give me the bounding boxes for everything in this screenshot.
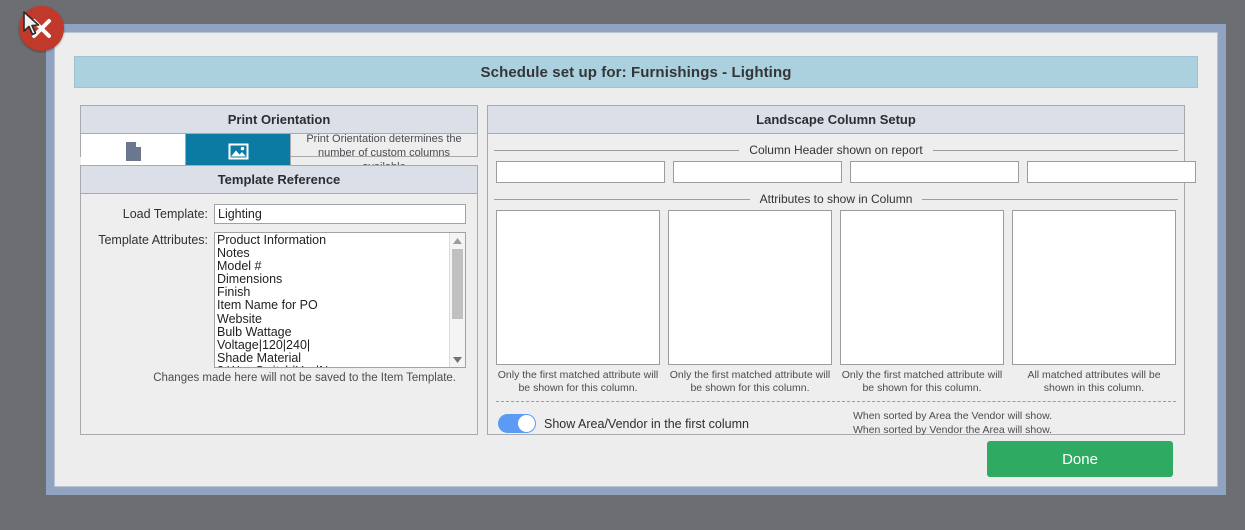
scroll-up-arrow-icon[interactable] [450, 233, 465, 248]
attributes-legend: Attributes to show in Column [494, 188, 1178, 210]
column-caption-3: Only the first matched attribute will be… [841, 369, 1003, 394]
document-portrait-icon [125, 141, 142, 167]
attributes-legend-label: Attributes to show in Column [759, 192, 913, 206]
orientation-hint-line1: Print Orientation determines the [306, 133, 462, 146]
landscape-column-setup-body: Column Header shown on report Attributes… [488, 139, 1196, 437]
landscape-column-setup-header: Landscape Column Setup [488, 106, 1184, 134]
list-item[interactable]: Shade Material [217, 351, 465, 365]
dialog-body: Schedule set up for: Furnishings - Light… [54, 32, 1218, 487]
column-attribute-list-4[interactable] [1012, 210, 1176, 365]
template-reference-header: Template Reference [81, 166, 477, 194]
dialog-title-bar: Schedule set up for: Furnishings - Light… [74, 56, 1198, 88]
column-header-legend: Column Header shown on report [494, 139, 1178, 161]
area-vendor-note: When sorted by Area the Vendor will show… [853, 410, 1174, 437]
template-attributes-items: Product Information Notes Model # Dimension… [215, 233, 465, 367]
legend-line-right-2 [922, 198, 1178, 200]
legend-line-left [494, 149, 740, 151]
print-orientation-header: Print Orientation [81, 106, 477, 134]
legend-line-left-2 [494, 198, 750, 200]
legend-line-right [932, 149, 1178, 151]
area-vendor-note-line1: When sorted by Area the Vendor will show… [852, 410, 1052, 423]
show-area-vendor-toggle-label: Show Area/Vendor in the first column [544, 416, 749, 431]
print-orientation-panel: Print Orientation Print Orientation dete… [80, 105, 478, 174]
column-header-input-1[interactable] [496, 161, 665, 183]
scrollbar-thumb[interactable] [452, 249, 463, 319]
column-header-input-4[interactable] [1027, 161, 1196, 183]
load-template-label: Load Template: [122, 207, 208, 221]
column-header-input-3[interactable] [850, 161, 1019, 183]
attributes-scrollbar[interactable] [449, 233, 465, 367]
template-attributes-listbox[interactable]: Product Information Notes Model # Dimension… [214, 232, 466, 368]
column-header-legend-label: Column Header shown on report [749, 143, 923, 157]
column-header-input-2[interactable] [673, 161, 842, 183]
load-template-row: Load Template: [92, 204, 466, 224]
load-template-input[interactable] [214, 204, 466, 224]
done-button[interactable]: Done [987, 441, 1173, 477]
template-reference-footnote: Changes made here will not be saved to t… [153, 372, 456, 384]
page-title: Schedule set up for: Furnishings - Light… [480, 63, 792, 81]
landscape-column-setup-panel: Landscape Column Setup Column Header sho… [487, 105, 1196, 437]
column-attribute-list-3[interactable] [840, 210, 1004, 365]
column-caption-row: Only the first matched attribute will be… [494, 365, 1178, 394]
column-attribute-list-row [494, 210, 1178, 365]
close-x-icon [32, 19, 51, 38]
list-item[interactable]: 3 Way Switch|Yes|No [217, 364, 465, 367]
dialog-window: Schedule set up for: Furnishings - Light… [46, 24, 1226, 495]
list-item[interactable]: Bulb Wattage [217, 325, 465, 339]
column-attribute-list-2[interactable] [668, 210, 832, 365]
template-reference-panel: Template Reference Load Template: Templa… [80, 165, 478, 435]
scroll-down-arrow-icon[interactable] [450, 352, 465, 367]
area-vendor-note-line2: When sorted by Vendor the Area will show… [852, 423, 1052, 436]
list-item[interactable]: Product Information [217, 233, 465, 247]
image-landscape-icon [228, 143, 249, 165]
list-item[interactable]: Voltage|120|240| [217, 338, 465, 352]
column-caption-2: Only the first matched attribute will be… [669, 369, 831, 394]
area-vendor-toggle-row: Show Area/Vendor in the first column Whe… [494, 402, 1178, 437]
template-reference-body: Load Template: Template Attributes: Prod… [81, 194, 477, 384]
column-caption-4: All matched attributes will be shown in … [1027, 369, 1161, 394]
template-attributes-row: Template Attributes: Product Information… [92, 232, 466, 368]
column-attribute-list-1[interactable] [496, 210, 660, 365]
template-attributes-label: Template Attributes: [98, 233, 208, 247]
toggle-knob [518, 415, 535, 433]
list-item[interactable]: Website [217, 312, 465, 326]
list-item[interactable]: Item Name for PO [217, 299, 465, 312]
show-area-vendor-toggle[interactable] [498, 414, 536, 434]
list-item[interactable]: Dimensions [217, 273, 465, 286]
column-header-input-row [494, 161, 1196, 183]
close-dialog-button[interactable] [19, 6, 64, 51]
column-caption-1: Only the first matched attribute will be… [497, 369, 659, 394]
